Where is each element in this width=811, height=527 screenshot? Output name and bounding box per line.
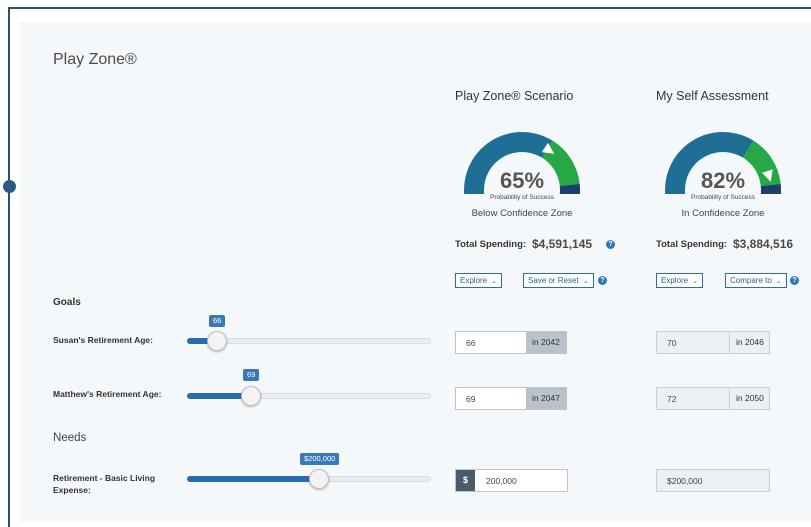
- living-expense-slider-handle[interactable]: [309, 469, 329, 489]
- scenario-explore-dropdown[interactable]: Explore ⌄: [455, 273, 502, 288]
- help-icon[interactable]: ?: [598, 276, 607, 285]
- susan-age-scenario-input[interactable]: 66 in 2042: [455, 331, 567, 354]
- chevron-down-icon: ⌄: [775, 278, 782, 285]
- scenario-percent: 65%: [499, 168, 545, 193]
- edge-handle[interactable]: [3, 180, 16, 193]
- assessment-percent: 82%: [700, 168, 746, 193]
- chevron-down-icon: ⌄: [582, 278, 589, 285]
- living-expense-scenario-input[interactable]: $200,000: [455, 469, 568, 492]
- save-or-reset-dropdown[interactable]: Save or Reset ⌄: [523, 273, 594, 288]
- scenario-spending-value: $4,591,145: [532, 237, 593, 251]
- scenario-probability-label: Probability of Success: [490, 194, 554, 201]
- goals-heading: Goals: [53, 297, 81, 308]
- living-expense-assessment-field: $200,000: [656, 469, 770, 492]
- matthew-age-slider-value: 69: [243, 369, 260, 381]
- scenario-heading: Play Zone® Scenario: [455, 89, 574, 103]
- susan-assessment-year: in 2046: [729, 332, 769, 353]
- matthew-age-slider-handle[interactable]: [241, 386, 261, 406]
- page-title: Play Zone®: [53, 51, 137, 68]
- scenario-spending-label: Total Spending:: [455, 239, 527, 250]
- living-expense-slider-value: $200,000: [300, 453, 340, 465]
- assessment-spending-value: $3,884,516: [733, 237, 794, 251]
- chevron-down-icon: ⌄: [692, 278, 698, 285]
- basic-living-expense-label: Retirement - Basic Living Expense:: [53, 473, 156, 495]
- matthew-assessment-year: in 2050: [729, 388, 769, 409]
- susan-age-slider-value: 66: [209, 315, 226, 327]
- assessment-probability-label: Probability of Success: [691, 194, 755, 201]
- assessment-heading: My Self Assessment: [656, 89, 769, 103]
- needs-heading: Needs: [53, 432, 87, 444]
- scenario-zone-label: Below Confidence Zone: [471, 208, 573, 219]
- matthew-scenario-year: in 2047: [526, 388, 566, 409]
- help-icon[interactable]: ?: [790, 276, 799, 285]
- matthew-retirement-age-label: Matthew's Retirement Age:: [53, 389, 162, 399]
- compare-to-dropdown[interactable]: Compare to ⌄: [725, 273, 787, 288]
- susan-scenario-year: in 2042: [526, 332, 566, 353]
- assessment-explore-dropdown[interactable]: Explore ⌄: [656, 273, 703, 288]
- matthew-age-scenario-input[interactable]: 69 in 2047: [455, 387, 567, 410]
- currency-prefix: $: [456, 470, 475, 491]
- help-icon[interactable]: ?: [606, 240, 615, 249]
- living-expense-slider-fill: [187, 476, 319, 482]
- susan-age-slider-handle[interactable]: [207, 331, 227, 351]
- chevron-down-icon: ⌄: [491, 278, 497, 285]
- matthew-age-assessment-field: 72 in 2050: [656, 387, 770, 410]
- susan-age-assessment-field: 70 in 2046: [656, 331, 770, 354]
- susan-retirement-age-label: Susan's Retirement Age:: [53, 335, 153, 345]
- assessment-spending-label: Total Spending:: [656, 239, 728, 250]
- assessment-zone-label: In Confidence Zone: [681, 208, 765, 219]
